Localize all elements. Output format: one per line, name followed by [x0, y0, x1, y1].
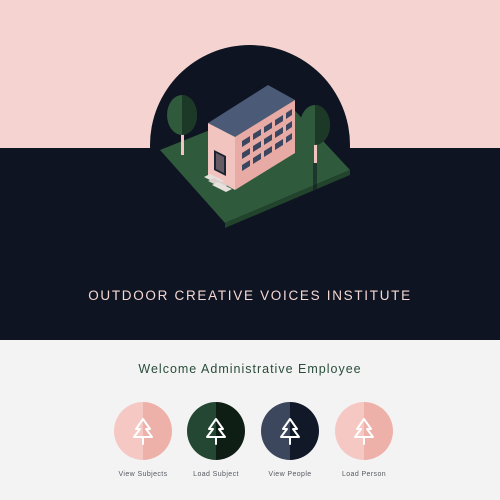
load-person-button[interactable]: Load Person: [324, 402, 404, 478]
load-subject-label: Load Subject: [193, 471, 239, 478]
view-subjects-button[interactable]: View Subjects: [103, 402, 183, 478]
institute-title: OUTDOOR CREATIVE VOICES INSTITUTE: [88, 288, 412, 303]
building-emblem-icon: [150, 45, 350, 245]
view-people-label: View People: [268, 471, 312, 478]
view-subjects-label: View Subjects: [118, 471, 168, 478]
welcome-title: Welcome Administrative Employee: [138, 362, 362, 376]
load-subject-button[interactable]: Load Subject: [176, 402, 256, 478]
pine-tree-icon: [335, 402, 393, 460]
pine-tree-icon: [187, 402, 245, 460]
load-person-label: Load Person: [341, 471, 387, 478]
pine-tree-icon: [114, 402, 172, 460]
view-people-button[interactable]: View People: [250, 402, 330, 478]
pine-tree-icon: [261, 402, 319, 460]
